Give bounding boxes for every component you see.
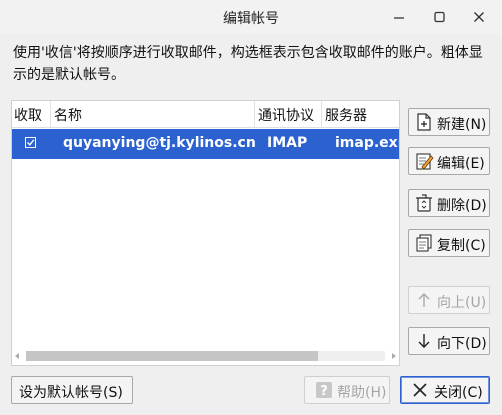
column-separator xyxy=(50,101,51,127)
move-up-label: 向上(U) xyxy=(437,295,487,311)
copy-icon xyxy=(416,234,432,252)
move-down-label: 向下(D) xyxy=(437,336,487,352)
account-name: quyanying@tj.kylinos.cn xyxy=(63,135,256,151)
column-header-name[interactable]: 名称 xyxy=(54,105,82,125)
column-header-protocol[interactable]: 通讯协议 xyxy=(258,105,314,125)
svg-text:?: ? xyxy=(320,384,328,399)
account-server: imap.exm xyxy=(335,135,399,151)
copy-account-button[interactable]: 复制(C) xyxy=(408,229,490,257)
close-icon xyxy=(474,12,484,22)
close-window-button[interactable] xyxy=(464,3,494,31)
fetch-checkbox[interactable] xyxy=(25,137,36,148)
close-x-icon xyxy=(413,383,427,397)
help-icon: ? xyxy=(316,382,332,399)
accounts-table[interactable]: 收取 名称 通讯协议 服务器 quyanying@tj.kylinos.cn I… xyxy=(11,100,400,366)
table-header: 收取 名称 通讯协议 服务器 xyxy=(12,101,399,128)
check-icon xyxy=(27,139,35,146)
move-down-button[interactable]: 向下(D) xyxy=(408,327,490,355)
close-button[interactable]: 关闭(C) xyxy=(400,376,490,404)
help-label: 帮助(H) xyxy=(337,385,387,401)
new-account-button[interactable]: 新建(N) xyxy=(408,108,490,136)
minimize-button[interactable] xyxy=(384,3,414,31)
arrow-down-icon xyxy=(418,334,430,348)
delete-account-button[interactable]: 删除(D) xyxy=(408,189,490,217)
column-separator xyxy=(254,101,255,127)
copy-account-label: 复制(C) xyxy=(437,238,486,254)
move-up-button[interactable]: 向上(U) xyxy=(408,286,490,314)
description-text: 使用'收信'将按顺序进行收取邮件，构选框表示包含收取邮件的账户。粗体显示的是默认… xyxy=(13,45,483,83)
edit-pencil-icon xyxy=(416,153,434,170)
column-separator xyxy=(321,101,322,127)
set-default-button[interactable]: 设为默认帐号(S) xyxy=(11,376,133,404)
account-protocol: IMAP xyxy=(267,135,308,151)
table-row[interactable]: quyanying@tj.kylinos.cn IMAP imap.exm xyxy=(12,129,399,159)
edit-account-label: 编辑(E) xyxy=(437,156,485,172)
horizontal-scrollbar[interactable] xyxy=(12,349,399,363)
scrollbar-thumb[interactable] xyxy=(26,351,318,361)
maximize-button[interactable] xyxy=(424,3,454,31)
maximize-icon xyxy=(434,11,445,23)
scroll-right-icon[interactable] xyxy=(392,353,396,359)
help-button[interactable]: ? 帮助(H) xyxy=(304,376,390,404)
edit-account-button[interactable]: 编辑(E) xyxy=(408,147,490,175)
scroll-left-icon[interactable] xyxy=(15,353,19,359)
new-account-label: 新建(N) xyxy=(437,117,487,133)
close-label: 关闭(C) xyxy=(434,385,483,401)
minimize-icon xyxy=(394,17,404,19)
column-header-fetch[interactable]: 收取 xyxy=(14,105,42,125)
title-bar: 编辑帐号 xyxy=(0,0,502,34)
trash-icon xyxy=(416,194,432,212)
new-document-icon xyxy=(417,113,431,131)
set-default-label: 设为默认帐号(S) xyxy=(19,385,123,401)
column-header-server[interactable]: 服务器 xyxy=(325,105,367,125)
delete-account-label: 删除(D) xyxy=(437,198,487,214)
arrow-up-icon xyxy=(418,293,430,307)
